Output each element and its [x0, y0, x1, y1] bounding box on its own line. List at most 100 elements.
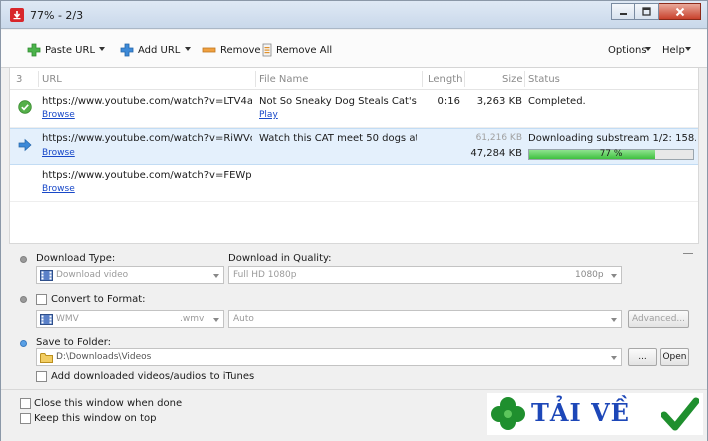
row-url: https://www.youtube.com/watch?v=FEWp5Lvn… [42, 170, 252, 181]
paste-url-button[interactable]: Paste URL [27, 42, 95, 58]
watermark-text: TẢI VỀ [531, 398, 630, 427]
convert-label: Convert to Format: [51, 294, 146, 305]
minimize-button[interactable] [611, 3, 635, 20]
table-row[interactable]: https://www.youtube.com/watch?v=RiWVqT2s… [10, 128, 698, 165]
itunes-checkbox[interactable] [36, 371, 47, 382]
add-url-label: Add URL [138, 44, 181, 56]
title-bar[interactable]: 77% - 2/3 [1, 1, 707, 29]
header-length[interactable]: Length [428, 74, 463, 85]
collapse-panel-button[interactable] [683, 253, 693, 254]
browse-link[interactable]: Browse [42, 110, 75, 120]
download-table: 3 URL File Name Length Size Status https… [9, 68, 699, 244]
app-logo-icon [10, 8, 24, 22]
remove-button[interactable]: Remove [202, 42, 261, 58]
column-separator[interactable] [255, 71, 256, 87]
close-when-done-label: Close this window when done [34, 398, 183, 409]
row-length: 0:16 [437, 96, 460, 107]
check-circle-icon [18, 100, 32, 114]
download-type-bullet [20, 256, 27, 263]
column-separator[interactable] [422, 71, 423, 87]
quality-label: Download in Quality: [228, 253, 332, 264]
plus-icon [27, 43, 41, 57]
maximize-icon [642, 7, 651, 16]
play-link[interactable]: Play [259, 110, 278, 120]
table-row[interactable]: https://www.youtube.com/watch?v=LTV4aRFm… [10, 91, 698, 128]
download-type-value: Download video [56, 270, 129, 280]
column-separator[interactable] [464, 71, 465, 87]
open-folder-button[interactable]: Open [660, 348, 689, 366]
add-url-button[interactable]: Add URL [120, 42, 180, 58]
options-panel: Download Type: Download in Quality: Down… [1, 245, 707, 389]
progress-label: 77 % [599, 149, 623, 159]
table-header: 3 URL File Name Length Size Status [10, 68, 698, 90]
browse-link[interactable]: Browse [42, 148, 75, 158]
chevron-down-icon [213, 318, 219, 322]
format-select[interactable]: WMV .wmv [36, 310, 224, 328]
close-when-done-checkbox[interactable] [20, 398, 31, 409]
column-separator[interactable] [38, 71, 39, 87]
add-url-dropdown-arrow[interactable] [185, 47, 191, 51]
plus-icon [120, 43, 134, 57]
quality-select[interactable]: Full HD 1080p 1080p [228, 266, 622, 284]
folder-value: D:\Downloads\Videos [56, 352, 152, 362]
format-quality-value: Auto [233, 314, 254, 324]
row-status: Completed. [528, 96, 586, 107]
minimize-icon [619, 13, 627, 15]
row-size: 47,284 KB [470, 148, 522, 159]
remove-all-button[interactable]: Remove All [262, 42, 332, 58]
keep-on-top-checkbox[interactable] [20, 413, 31, 424]
paste-url-dropdown-arrow[interactable] [99, 47, 105, 51]
remove-label: Remove [220, 44, 261, 56]
folder-select[interactable]: D:\Downloads\Videos [36, 348, 622, 366]
browse-link[interactable]: Browse [42, 184, 75, 194]
chevron-down-icon [611, 318, 617, 322]
close-button[interactable] [659, 3, 701, 20]
checkmark-icon [661, 397, 699, 431]
maximize-button[interactable] [635, 3, 659, 20]
row-status: Downloading substream 1/2: 158.1 KB/s [528, 133, 696, 144]
chevron-down-icon [611, 274, 617, 278]
header-size[interactable]: Size [502, 74, 523, 85]
clover-icon [491, 397, 525, 430]
column-separator[interactable] [524, 71, 525, 87]
row-size-total: 61,216 KB [475, 133, 522, 143]
app-window: 77% - 2/3 Paste URL Add URL Remove Remov… [0, 0, 708, 441]
header-status[interactable]: Status [528, 74, 560, 85]
window-title: 77% - 2/3 [30, 9, 84, 22]
format-extension: .wmv [180, 314, 205, 324]
help-label: Help [662, 44, 685, 56]
header-url[interactable]: URL [42, 74, 62, 85]
toolbar: Paste URL Add URL Remove Remove All Opti… [1, 30, 707, 68]
minus-icon [202, 47, 216, 53]
browse-folder-button[interactable]: ... [628, 348, 657, 366]
quality-value: Full HD 1080p [233, 270, 297, 280]
convert-bullet [20, 296, 27, 303]
format-quality-select[interactable]: Auto [228, 310, 622, 328]
options-dropdown-arrow[interactable] [645, 47, 651, 51]
download-type-select[interactable]: Download video [36, 266, 224, 284]
download-type-label: Download Type: [36, 253, 116, 264]
chevron-down-icon [213, 274, 219, 278]
watermark: TẢI VỀ [487, 393, 703, 435]
options-menu[interactable]: Options [608, 42, 647, 58]
keep-on-top-label: Keep this window on top [34, 413, 157, 424]
help-menu[interactable]: Help [662, 42, 685, 58]
row-size: 3,263 KB [476, 96, 522, 107]
format-value: WMV [56, 314, 79, 324]
table-row[interactable]: https://www.youtube.com/watch?v=FEWp5Lvn… [10, 165, 698, 202]
header-count: 3 [16, 74, 23, 85]
window-controls [611, 3, 701, 21]
help-dropdown-arrow[interactable] [685, 47, 691, 51]
convert-checkbox[interactable] [36, 294, 47, 305]
itunes-label: Add downloaded videos/audios to iTunes [51, 371, 255, 382]
remove-all-label: Remove All [276, 44, 333, 56]
row-file-name: Not So Sneaky Dog Steals Cat's Tre... [259, 96, 417, 107]
header-file-name[interactable]: File Name [259, 74, 308, 85]
row-file-name: Watch this CAT meet 50 dogs at a ... [259, 133, 417, 144]
advanced-button[interactable]: Advanced... [628, 310, 689, 328]
quality-short: 1080p [575, 270, 604, 280]
save-folder-label: Save to Folder: [36, 337, 112, 348]
options-label: Options [608, 44, 647, 56]
download-progress-bar: 77 % [528, 149, 694, 160]
save-folder-bullet [20, 340, 27, 347]
